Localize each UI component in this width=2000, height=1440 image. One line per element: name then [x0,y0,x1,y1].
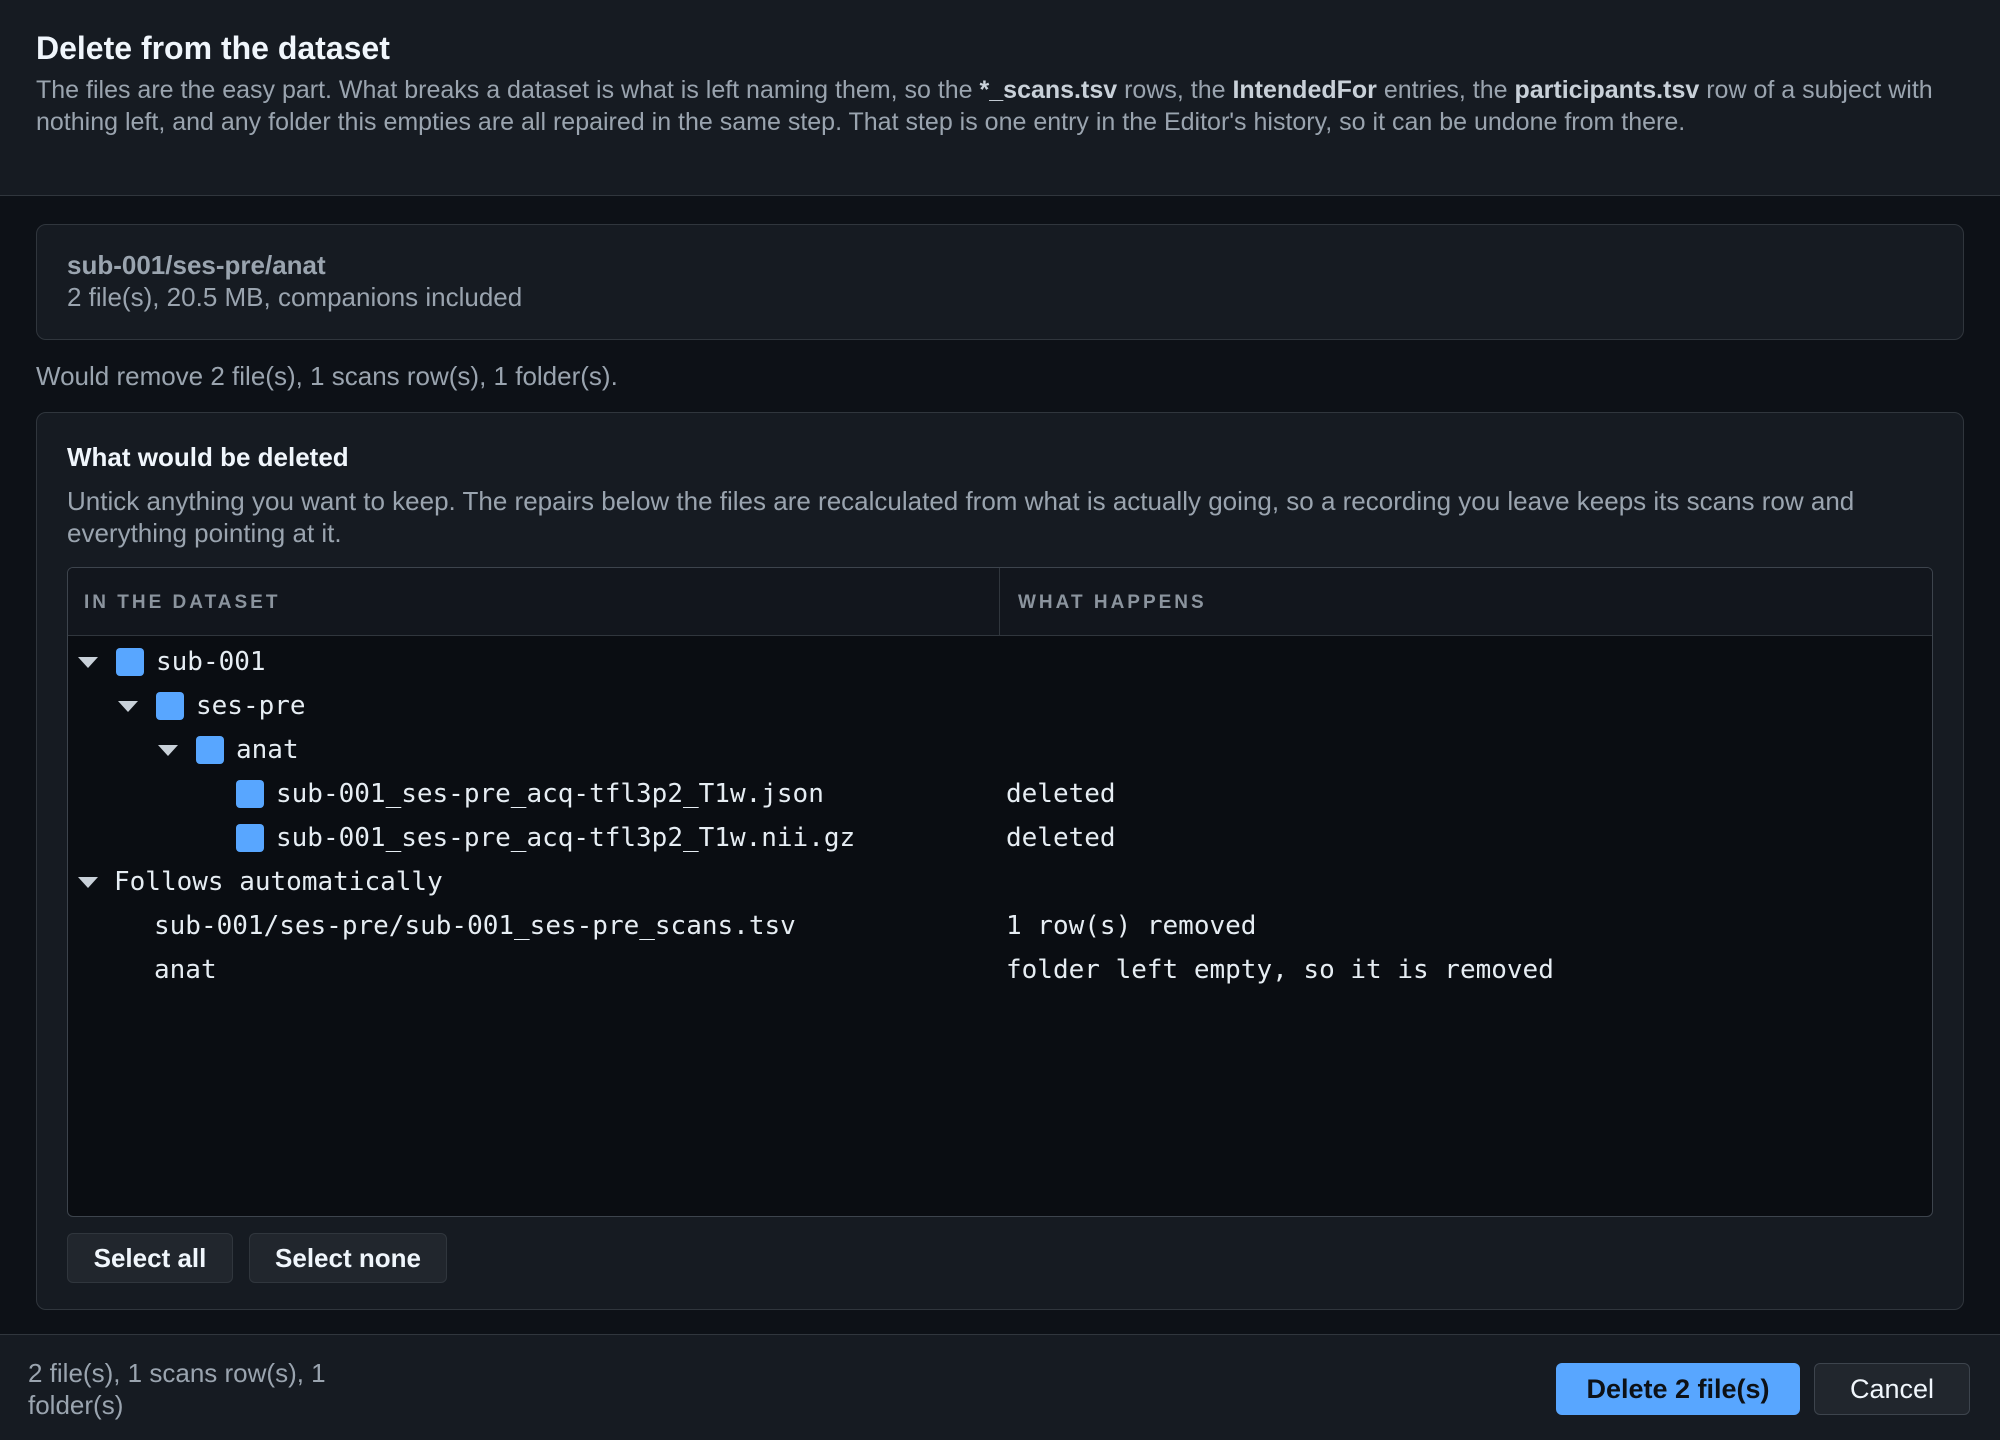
target-path: sub-001/ses-pre/anat [67,250,326,280]
tree-row-repair: sub-001/ses-pre/sub-001_ses-pre_scans.ts… [68,904,1932,948]
removal-summary: Would remove 2 file(s), 1 scans row(s), … [36,361,618,391]
section-title: What would be deleted [67,442,349,472]
tree-row-status: deleted [1006,779,1116,809]
column-header-dataset: IN THE DATASET [68,568,1000,635]
tree-row-follows-automatically[interactable]: Follows automatically [68,860,1932,904]
select-all-button[interactable]: Select all [67,1233,233,1283]
chevron-down-icon[interactable] [118,701,138,712]
footer-counts: 2 file(s), 1 scans row(s), 1 folder(s) [28,1358,326,1420]
dialog-description: The files are the easy part. What breaks… [36,76,1933,136]
deletion-section: What would be deleted Untick anything yo… [36,412,1964,1310]
checkbox-checked[interactable] [196,736,224,764]
column-header-what-happens: WHAT HAPPENS [1018,592,1207,613]
tree-row-name: sub-001 [156,647,266,677]
tree-row-status: deleted [1006,823,1116,853]
checkbox-checked[interactable] [156,692,184,720]
tree-row-name: anat [236,735,299,765]
tree-header: IN THE DATASET WHAT HAPPENS [68,568,1932,636]
tree-row-name: anat [154,955,217,985]
dialog-title: Delete from the dataset [36,30,390,66]
tree-row-file[interactable]: sub-001_ses-pre_acq-tfl3p2_T1w.json dele… [68,772,1932,816]
target-meta: 2 file(s), 20.5 MB, companions included [67,282,523,312]
select-none-button[interactable]: Select none [249,1233,447,1283]
chevron-down-icon[interactable] [78,877,98,888]
tree-row-ses-pre[interactable]: ses-pre [68,684,1932,728]
tree-row-name: ses-pre [196,691,306,721]
tree-row-name: sub-001/ses-pre/sub-001_ses-pre_scans.ts… [154,911,796,941]
checkbox-checked[interactable] [236,780,264,808]
dialog-footer: 2 file(s), 1 scans row(s), 1 folder(s) D… [0,1334,2000,1440]
tree-row-repair: anat folder left empty, so it is removed [68,948,1932,992]
tree-row-anat[interactable]: anat [68,728,1932,772]
dialog-header: Delete from the dataset The files are th… [0,0,2000,196]
tree-row-sub-001[interactable]: sub-001 [68,640,1932,684]
tree-row-name: sub-001_ses-pre_acq-tfl3p2_T1w.json [276,779,824,809]
checkbox-checked[interactable] [116,648,144,676]
deletion-tree: IN THE DATASET WHAT HAPPENS sub-001 ses-… [67,567,1933,1217]
checkbox-checked[interactable] [236,824,264,852]
cancel-button[interactable]: Cancel [1814,1363,1970,1415]
tree-row-status: 1 row(s) removed [1006,911,1257,941]
section-hint: Untick anything you want to keep. The re… [67,486,1855,548]
delete-button[interactable]: Delete 2 file(s) [1556,1363,1800,1415]
chevron-down-icon[interactable] [78,657,98,668]
target-card: sub-001/ses-pre/anat 2 file(s), 20.5 MB,… [36,224,1964,340]
tree-row-status: folder left empty, so it is removed [1006,955,1554,985]
tree-row-name: sub-001_ses-pre_acq-tfl3p2_T1w.nii.gz [276,823,856,853]
tree-row-name: Follows automatically [114,867,443,897]
tree-row-file[interactable]: sub-001_ses-pre_acq-tfl3p2_T1w.nii.gz de… [68,816,1932,860]
chevron-down-icon[interactable] [158,745,178,756]
